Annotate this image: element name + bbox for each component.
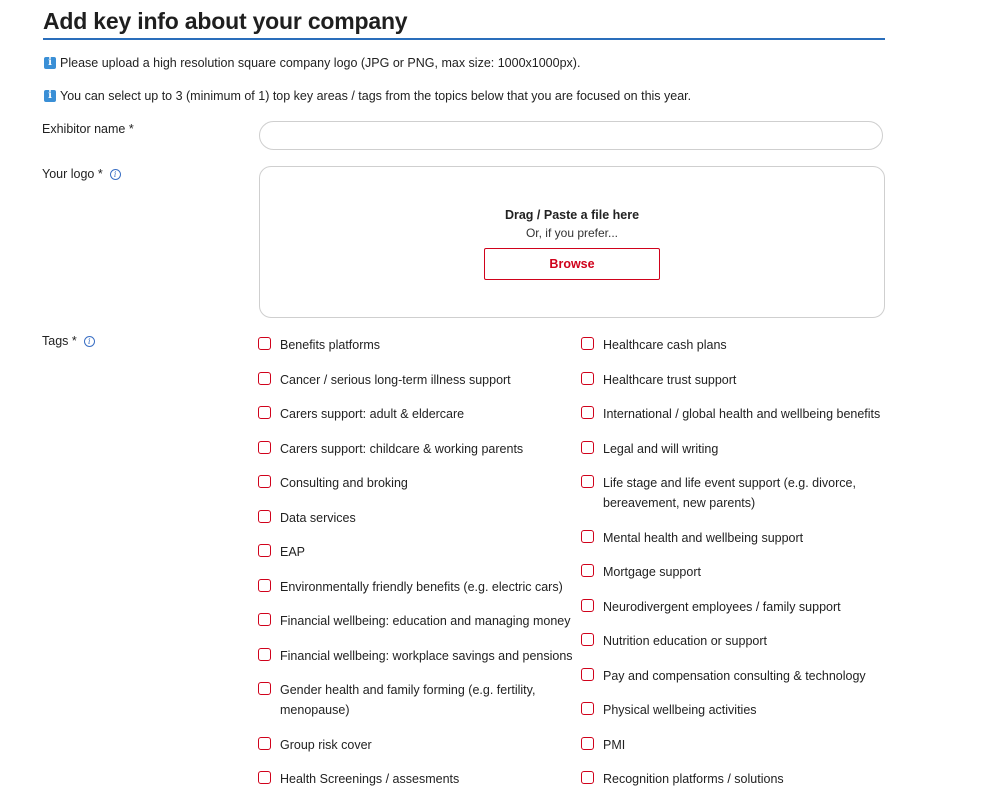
tags-label: Tags * i — [42, 334, 95, 348]
tag-option[interactable]: Mortgage support — [581, 562, 891, 582]
tag-option[interactable]: Benefits platforms — [258, 335, 573, 355]
tag-label: Neurodivergent employees / family suppor… — [603, 599, 841, 614]
tag-option[interactable]: Nutrition education or support — [581, 631, 891, 651]
checkbox[interactable] — [581, 529, 594, 543]
tag-label: Healthcare cash plans — [603, 338, 727, 352]
tag-label: Recognition platforms / solutions — [603, 772, 784, 786]
tag-option[interactable]: Financial wellbeing: workplace savings a… — [258, 646, 573, 666]
tags-column-left: Benefits platforms Cancer / serious long… — [258, 335, 573, 804]
tag-label: Pay and compensation consulting & techno… — [603, 668, 866, 683]
exhibitor-name-label: Exhibitor name * — [42, 122, 134, 136]
tag-label: Nutrition education or support — [603, 634, 767, 648]
checkbox[interactable] — [258, 682, 271, 695]
tag-label: Group risk cover — [280, 737, 372, 752]
tag-label: Data services — [280, 510, 356, 525]
checkbox[interactable] — [581, 406, 594, 419]
checkbox[interactable] — [581, 371, 594, 385]
logo-dropzone[interactable]: Drag / Paste a file here Or, if you pref… — [259, 166, 885, 318]
tag-label: EAP — [280, 545, 306, 559]
checkbox[interactable] — [258, 771, 271, 784]
logo-label: Your logo * i — [42, 167, 121, 181]
tag-label: Cancer / serious long-term illness suppo… — [280, 372, 511, 387]
checkbox[interactable] — [258, 578, 271, 592]
tag-option[interactable]: Pay and compensation consulting & techno… — [581, 666, 891, 686]
tag-label: Life stage and life event support (e.g. … — [603, 476, 856, 510]
tag-label: International / global health and wellbe… — [603, 407, 881, 421]
tag-option[interactable]: Cancer / serious long-term illness suppo… — [258, 370, 573, 390]
tag-label: PMI — [603, 737, 626, 752]
checkbox[interactable] — [581, 440, 594, 454]
checkbox[interactable] — [258, 337, 271, 350]
checkbox[interactable] — [581, 475, 594, 488]
tag-option[interactable]: Health Screenings / assesments — [258, 769, 573, 789]
logo-label-text: Your logo * — [42, 167, 103, 181]
tag-label: Mental health and wellbeing support — [603, 530, 804, 545]
checkbox[interactable] — [258, 406, 271, 419]
tag-label: Consulting and broking — [280, 476, 408, 490]
tag-label: Carers support: adult & eldercare — [280, 407, 465, 421]
logo-info-line: i Please upload a high resolution square… — [44, 56, 580, 70]
tag-option[interactable]: Healthcare trust support — [581, 370, 891, 390]
tags-info-text: You can select up to 3 (minimum of 1) to… — [60, 89, 692, 103]
info-icon: i — [44, 57, 56, 69]
tag-option[interactable]: Environmentally friendly benefits (e.g. … — [258, 577, 573, 597]
exhibitor-name-input[interactable] — [259, 121, 883, 150]
checkbox[interactable] — [258, 736, 271, 750]
tag-label: Mortgage support — [603, 565, 701, 579]
dropzone-subtitle: Or, if you prefer... — [525, 226, 619, 240]
tag-option[interactable]: EAP — [258, 542, 573, 562]
tag-label: Financial wellbeing: workplace savings a… — [280, 648, 573, 663]
checkbox[interactable] — [258, 544, 271, 557]
tag-option[interactable]: Physical wellbeing activities — [581, 700, 891, 720]
tag-option[interactable]: Data services — [258, 508, 573, 528]
tag-option[interactable]: Mental health and wellbeing support — [581, 528, 891, 548]
checkbox[interactable] — [258, 440, 271, 454]
help-icon[interactable]: i — [83, 335, 95, 347]
tag-label: Gender health and family forming (e.g. f… — [280, 683, 536, 717]
tag-option[interactable]: Financial wellbeing: education and manag… — [258, 611, 573, 631]
tags-info-line: i You can select up to 3 (minimum of 1) … — [44, 89, 691, 103]
page-title: Add key info about your company — [43, 8, 885, 40]
checkbox[interactable] — [581, 337, 594, 350]
checkbox[interactable] — [581, 598, 594, 612]
checkbox[interactable] — [258, 613, 271, 626]
tag-option[interactable]: Consulting and broking — [258, 473, 573, 493]
logo-info-text: Please upload a high resolution square c… — [60, 56, 581, 70]
tag-label: Environmentally friendly benefits (e.g. … — [280, 579, 563, 594]
tag-label: Legal and will writing — [603, 441, 719, 456]
tag-option[interactable]: International / global health and wellbe… — [581, 404, 891, 424]
browse-button[interactable]: Browse — [484, 248, 660, 280]
checkbox[interactable] — [258, 475, 271, 488]
checkbox[interactable] — [581, 702, 594, 715]
tag-label: Health Screenings / assesments — [280, 772, 460, 786]
checkbox[interactable] — [581, 633, 594, 646]
dropzone-title: Drag / Paste a file here — [504, 208, 640, 222]
tag-label: Physical wellbeing activities — [603, 703, 757, 717]
checkbox[interactable] — [258, 371, 271, 385]
tag-label: Healthcare trust support — [603, 372, 737, 387]
checkbox[interactable] — [258, 509, 271, 523]
tag-option[interactable]: Life stage and life event support (e.g. … — [581, 473, 891, 513]
checkbox[interactable] — [581, 667, 594, 681]
tag-option[interactable]: Carers support: adult & eldercare — [258, 404, 573, 424]
tag-option[interactable]: Neurodivergent employees / family suppor… — [581, 597, 891, 617]
info-icon: i — [44, 90, 56, 102]
help-icon[interactable]: i — [109, 168, 121, 180]
tags-label-text: Tags * — [42, 334, 77, 348]
tag-label: Benefits platforms — [280, 338, 381, 352]
tag-option[interactable]: Gender health and family forming (e.g. f… — [258, 680, 573, 720]
tag-option[interactable]: Carers support: childcare & working pare… — [258, 439, 573, 459]
tag-option[interactable]: Group risk cover — [258, 735, 573, 755]
checkbox[interactable] — [581, 771, 594, 784]
tag-option[interactable]: Legal and will writing — [581, 439, 891, 459]
tag-option[interactable]: Healthcare cash plans — [581, 335, 891, 355]
tags-column-right: Healthcare cash plans Healthcare trust s… — [581, 335, 891, 804]
tag-label: Carers support: childcare & working pare… — [280, 441, 524, 456]
checkbox[interactable] — [581, 736, 594, 750]
tag-option[interactable]: Recognition platforms / solutions — [581, 769, 891, 789]
tag-label: Financial wellbeing: education and manag… — [280, 614, 571, 628]
checkbox[interactable] — [581, 564, 594, 577]
tag-option[interactable]: PMI — [581, 735, 891, 755]
checkbox[interactable] — [258, 647, 271, 661]
